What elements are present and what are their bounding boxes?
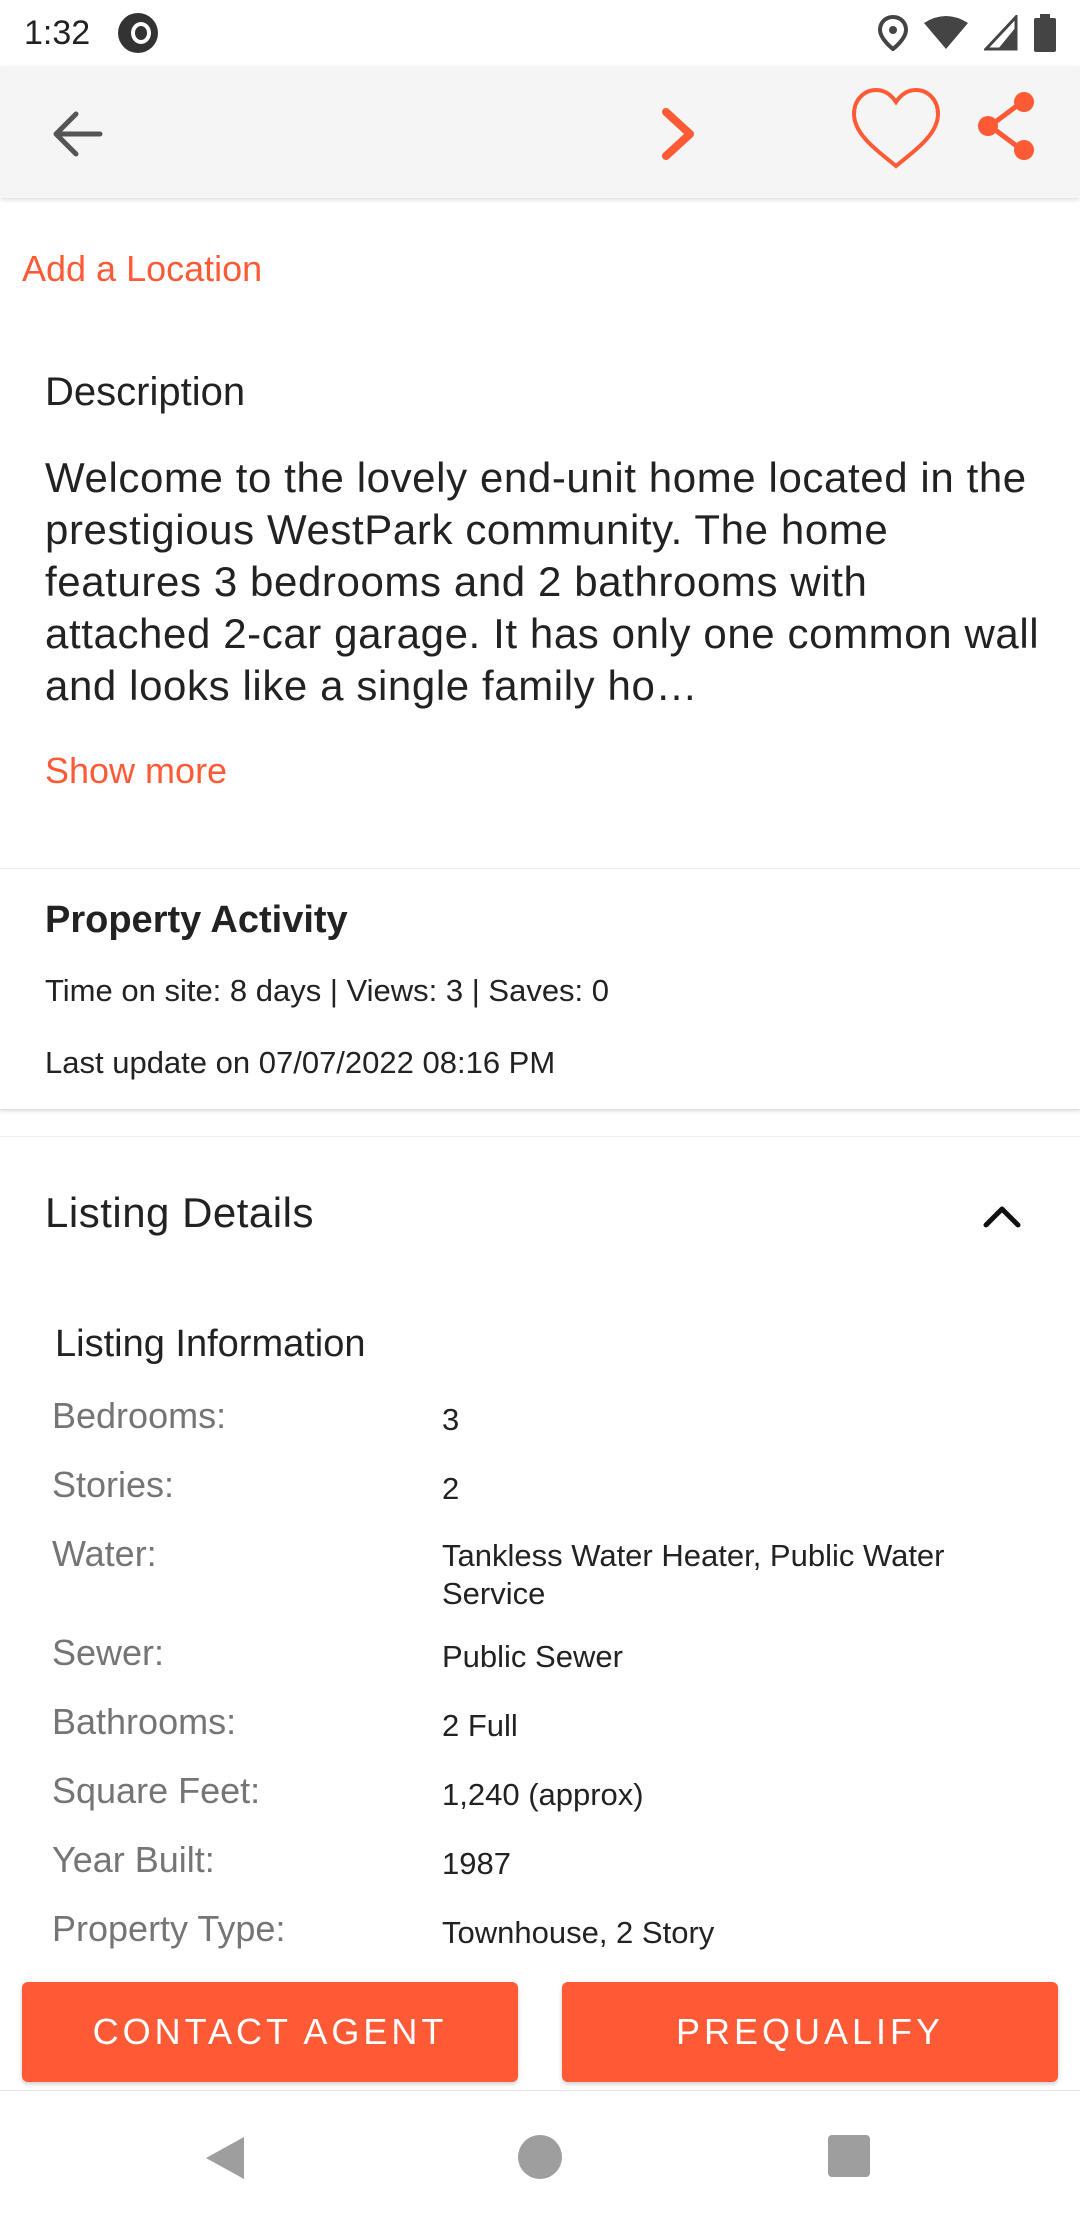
show-more-link[interactable]: Show more bbox=[45, 750, 227, 792]
detail-label: Water: bbox=[52, 1533, 157, 1574]
property-activity-stats: Time on site: 8 days | Views: 3 | Saves:… bbox=[45, 973, 610, 1008]
share-icon[interactable] bbox=[974, 90, 1040, 162]
detail-label: Bedrooms: bbox=[52, 1395, 227, 1436]
top-toolbar bbox=[0, 66, 1080, 198]
property-last-update: Last update on 07/07/2022 08:16 PM bbox=[45, 1045, 556, 1080]
detail-value: 1987 bbox=[442, 1846, 511, 1881]
add-location-link[interactable]: Add a Location bbox=[22, 248, 262, 290]
detail-value: Tankless Water Heater, Public Water Serv… bbox=[442, 1538, 945, 1611]
chevron-up-icon[interactable] bbox=[980, 1195, 1024, 1239]
status-bar: 1:32 bbox=[0, 0, 1080, 66]
detail-value: Public Sewer bbox=[442, 1639, 623, 1674]
nav-back-icon[interactable] bbox=[200, 2133, 250, 2183]
property-activity-title: Property Activity bbox=[45, 899, 348, 941]
location-icon bbox=[878, 15, 908, 51]
contact-agent-button[interactable]: CONTACT AGENT bbox=[22, 1982, 518, 2082]
listing-details-card: Listing Details Listing Information Bedr… bbox=[0, 1136, 1080, 1950]
bottom-action-bar: CONTACT AGENT PREQUALIFY bbox=[0, 1960, 1080, 2090]
app-notification-icon bbox=[118, 13, 159, 53]
property-activity-card: Property Activity Time on site: 8 days |… bbox=[0, 868, 1080, 1110]
detail-label: Property Type: bbox=[52, 1908, 286, 1949]
description-text: Welcome to the lovely end-unit home loca… bbox=[45, 454, 1040, 709]
signal-icon bbox=[984, 15, 1018, 51]
detail-value: Townhouse, 2 Story bbox=[442, 1915, 715, 1950]
detail-label: Sewer: bbox=[52, 1632, 165, 1673]
battery-icon bbox=[1034, 14, 1056, 52]
detail-value: 1,240 (approx) bbox=[442, 1777, 644, 1812]
listing-details-title[interactable]: Listing Details bbox=[45, 1189, 314, 1237]
detail-label: Bathrooms: bbox=[52, 1701, 237, 1742]
status-time: 1:32 bbox=[24, 13, 91, 52]
wifi-icon bbox=[924, 16, 968, 49]
detail-label: Year Built: bbox=[52, 1839, 215, 1880]
detail-value: 3 bbox=[442, 1402, 460, 1437]
detail-value: 2 bbox=[442, 1471, 460, 1506]
nav-home-icon[interactable] bbox=[518, 2135, 562, 2179]
status-icons bbox=[878, 14, 1056, 52]
detail-label: Stories: bbox=[52, 1464, 175, 1505]
next-listing-chevron-icon[interactable] bbox=[650, 106, 706, 162]
description-heading: Description bbox=[45, 370, 246, 414]
nav-recents-icon[interactable] bbox=[828, 2135, 870, 2177]
detail-value: 2 Full bbox=[442, 1708, 518, 1743]
detail-label: Square Feet: bbox=[52, 1770, 261, 1811]
system-nav-bar bbox=[0, 2090, 1080, 2220]
listing-information-heading: Listing Information bbox=[55, 1323, 366, 1365]
prequalify-button[interactable]: PREQUALIFY bbox=[562, 1982, 1058, 2082]
favorite-heart-icon[interactable] bbox=[848, 82, 944, 178]
back-arrow-icon[interactable] bbox=[48, 106, 108, 162]
